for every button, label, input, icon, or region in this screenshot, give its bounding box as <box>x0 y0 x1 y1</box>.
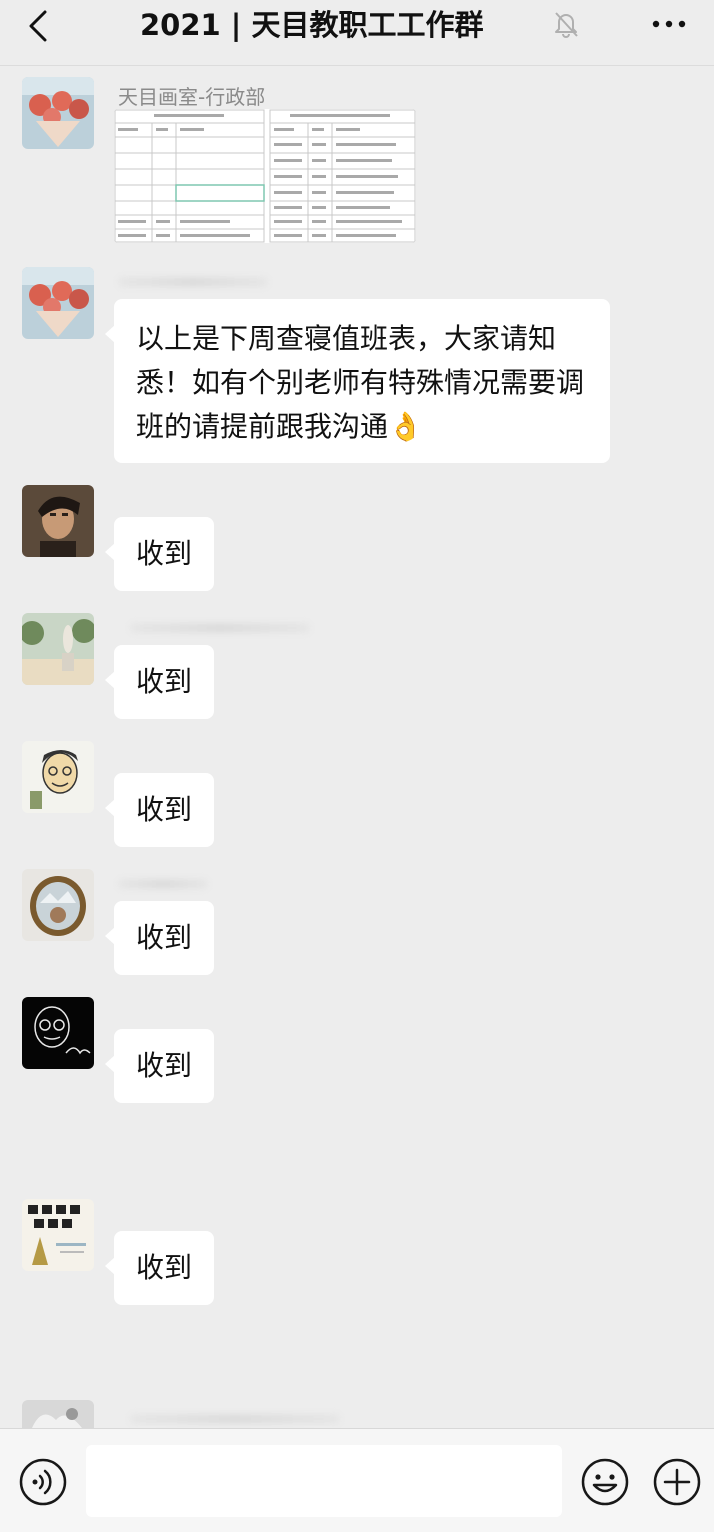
message-input[interactable] <box>86 1445 562 1517</box>
message-row: 以上是下周查寝值班表，大家请知悉！如有个别老师有特殊情况需要调班的请提前跟我沟通… <box>0 267 714 467</box>
avatar[interactable] <box>22 997 94 1069</box>
mute-indicator <box>550 8 582 40</box>
timetable-image[interactable] <box>114 109 416 243</box>
avatar[interactable] <box>22 869 94 941</box>
back-button[interactable] <box>20 8 56 44</box>
message-bubble[interactable]: 收到 <box>104 901 215 975</box>
more-dots-icon <box>652 20 686 28</box>
emoji-button[interactable] <box>580 1457 630 1507</box>
cartoon-man-avatar-image <box>22 741 94 813</box>
sender-name-blurred <box>130 1414 340 1424</box>
message-bubble[interactable]: 收到 <box>104 1231 215 1305</box>
message-row: 天目画室-行政部 <box>0 77 714 257</box>
plus-circle-icon <box>653 1458 701 1506</box>
message-row-partial <box>0 1400 714 1428</box>
message-bubble[interactable]: 收到 <box>104 517 215 591</box>
message-row: 收到 <box>0 613 714 723</box>
flowers-avatar-image <box>22 77 94 149</box>
message-row: 收到 <box>0 741 714 851</box>
voice-icon <box>19 1458 67 1506</box>
voice-button[interactable] <box>18 1457 68 1507</box>
message-bubble[interactable]: 收到 <box>104 1029 215 1103</box>
calligraphy-poster-avatar-image <box>22 1199 94 1271</box>
avatar[interactable] <box>22 77 94 149</box>
more-button[interactable] <box>646 6 692 42</box>
message-row: 收到 <box>0 869 714 979</box>
avatar[interactable] <box>22 613 94 685</box>
more-functions-button[interactable] <box>652 1457 702 1507</box>
message-bubble[interactable]: 收到 <box>104 773 215 847</box>
message-row: 收到 <box>0 1199 714 1309</box>
bell-off-icon <box>555 12 578 38</box>
emoji-icon <box>581 1458 629 1506</box>
avatar[interactable] <box>22 1199 94 1271</box>
chevron-left-icon <box>29 10 47 42</box>
sender-name-blurred <box>118 277 268 287</box>
cat-avatar-image <box>22 1400 94 1428</box>
portrait-painting-avatar-image <box>22 485 94 557</box>
statue-park-avatar-image <box>22 613 94 685</box>
message-row: 收到 <box>0 997 714 1107</box>
avatar[interactable] <box>22 1400 94 1428</box>
message-bubble[interactable]: 收到 <box>104 645 215 719</box>
flowers-avatar-image <box>22 267 94 339</box>
chat-title: 2021 | 天目教职工工作群 <box>140 8 484 42</box>
sender-name: 天目画室-行政部 <box>118 85 266 109</box>
avatar[interactable] <box>22 741 94 813</box>
input-bar <box>0 1428 714 1532</box>
avatar[interactable] <box>22 267 94 339</box>
sketch-glasses-avatar-image <box>22 997 94 1069</box>
sender-name-blurred <box>118 879 208 889</box>
message-bubble[interactable]: 以上是下周查寝值班表，大家请知悉！如有个别老师有特殊情况需要调班的请提前跟我沟通… <box>105 299 610 463</box>
mirror-frame-avatar-image <box>22 869 94 941</box>
message-row: 收到 <box>0 485 714 595</box>
chat-header: 2021 | 天目教职工工作群 <box>0 0 714 66</box>
avatar[interactable] <box>22 485 94 557</box>
timetable-thumbnail <box>114 109 416 243</box>
sender-name-blurred <box>130 623 310 633</box>
